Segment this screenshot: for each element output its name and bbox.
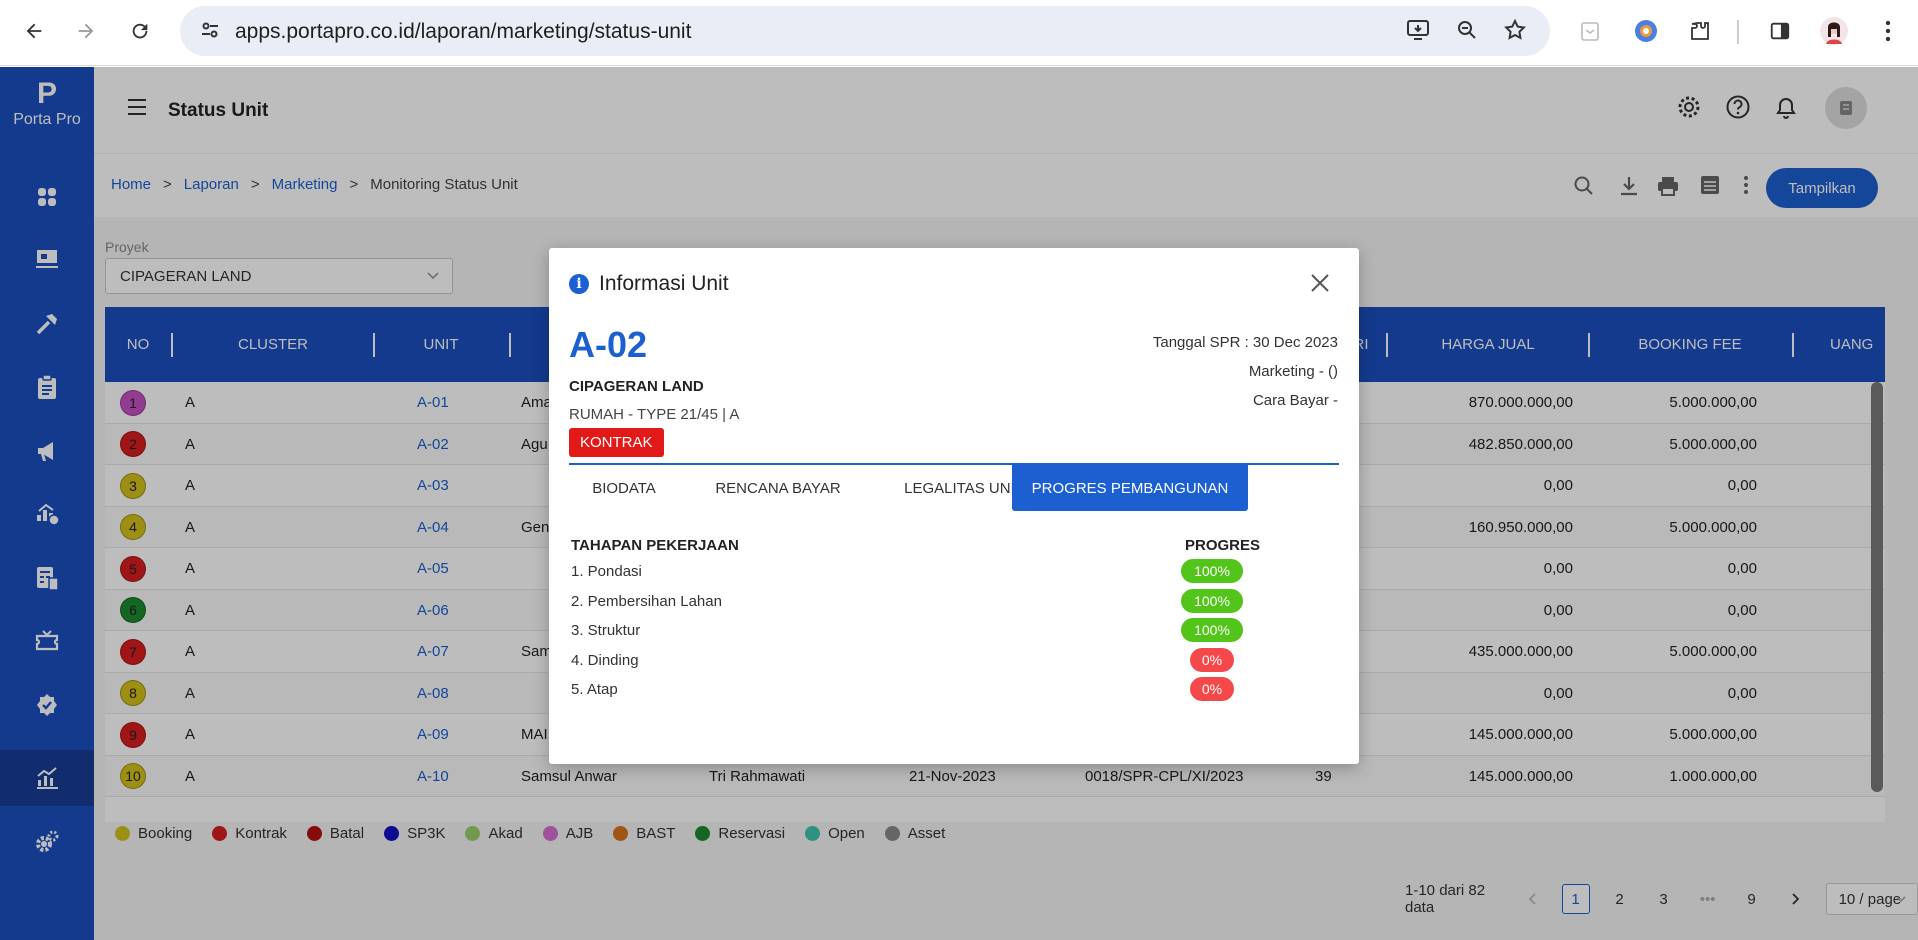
reload-icon[interactable] (122, 13, 158, 49)
browser-menu-icon[interactable] (1870, 13, 1906, 49)
modal-header: i Informasi Unit (569, 272, 729, 296)
toolbar-divider (1737, 20, 1739, 44)
modal-title: Informasi Unit (599, 272, 729, 295)
progress-row: 4. Dinding 0% (571, 645, 1339, 675)
profile-avatar-icon[interactable] (1816, 13, 1852, 49)
stage-label: 2. Pembersihan Lahan (571, 592, 722, 610)
progress-pill: 0% (1190, 677, 1234, 701)
status-badge: KONTRAK (569, 428, 664, 457)
informasi-unit-modal: i Informasi Unit A-02 CIPAGERAN LAND RUM… (549, 248, 1359, 764)
extensions-puzzle-icon[interactable] (1682, 13, 1718, 49)
info-icon: i (569, 274, 589, 294)
install-app-icon[interactable] (1406, 18, 1432, 42)
stage-label: 4. Dinding (571, 651, 639, 669)
progress-pill: 100% (1181, 618, 1243, 642)
stage-label: 1. Pondasi (571, 563, 642, 580)
unit-meta: Tanggal SPR : 30 Dec 2023 Marketing - ()… (1153, 328, 1338, 415)
tab-biodata[interactable]: BIODATA (569, 465, 679, 511)
progress-row: 2. Pembersihan Lahan 100% (571, 586, 1339, 616)
forward-icon[interactable] (68, 13, 104, 49)
progress-row: 3. Struktur 100% (571, 615, 1339, 645)
back-icon[interactable] (16, 13, 52, 49)
progress-row: 5. Atap 0% (571, 674, 1339, 704)
zoom-icon[interactable] (1455, 18, 1479, 42)
address-bar[interactable]: apps.portapro.co.id/laporan/marketing/st… (180, 6, 1550, 56)
progress-pill: 0% (1190, 647, 1234, 672)
site-settings-icon[interactable] (198, 18, 222, 42)
progress-row: 1. Pondasi 100% (571, 556, 1339, 586)
side-panel-icon[interactable] (1762, 13, 1798, 49)
close-icon[interactable] (1309, 272, 1331, 294)
browser-chrome: apps.portapro.co.id/laporan/marketing/st… (0, 0, 1918, 66)
unit-code: A-02 (569, 324, 648, 365)
extension-icon[interactable] (1572, 13, 1608, 49)
col-progres: PROGRES (1185, 537, 1261, 554)
marketing-info: Marketing - () (1248, 363, 1338, 380)
url-text[interactable]: apps.portapro.co.id/laporan/marketing/st… (235, 20, 691, 44)
progress-pill: 100% (1181, 588, 1243, 613)
stage-label: 3. Struktur (571, 622, 641, 639)
spr-date: Tanggal SPR : 30 Dec 2023 (1152, 334, 1338, 351)
bookmark-star-icon[interactable] (1503, 18, 1527, 42)
unit-project: CIPAGERAN LAND (569, 378, 704, 395)
col-tahapan: TAHAPAN PEKERJAAN (571, 537, 739, 554)
modal-tabs: BIODATA RENCANA BAYAR LEGALITAS UNIT PRO… (569, 463, 1339, 511)
extension-color-icon[interactable] (1628, 13, 1664, 49)
tab-rencana-bayar[interactable]: RENCANA BAYAR (685, 465, 871, 511)
progress-pill: 100% (1181, 559, 1243, 583)
tab-progres-pembangunan[interactable]: PROGRES PEMBANGUNAN (1012, 465, 1248, 511)
unit-type: RUMAH - TYPE 21/45 | A (569, 406, 740, 423)
stage-label: 5. Atap (571, 681, 618, 698)
payment-method: Cara Bayar - (1252, 392, 1338, 409)
